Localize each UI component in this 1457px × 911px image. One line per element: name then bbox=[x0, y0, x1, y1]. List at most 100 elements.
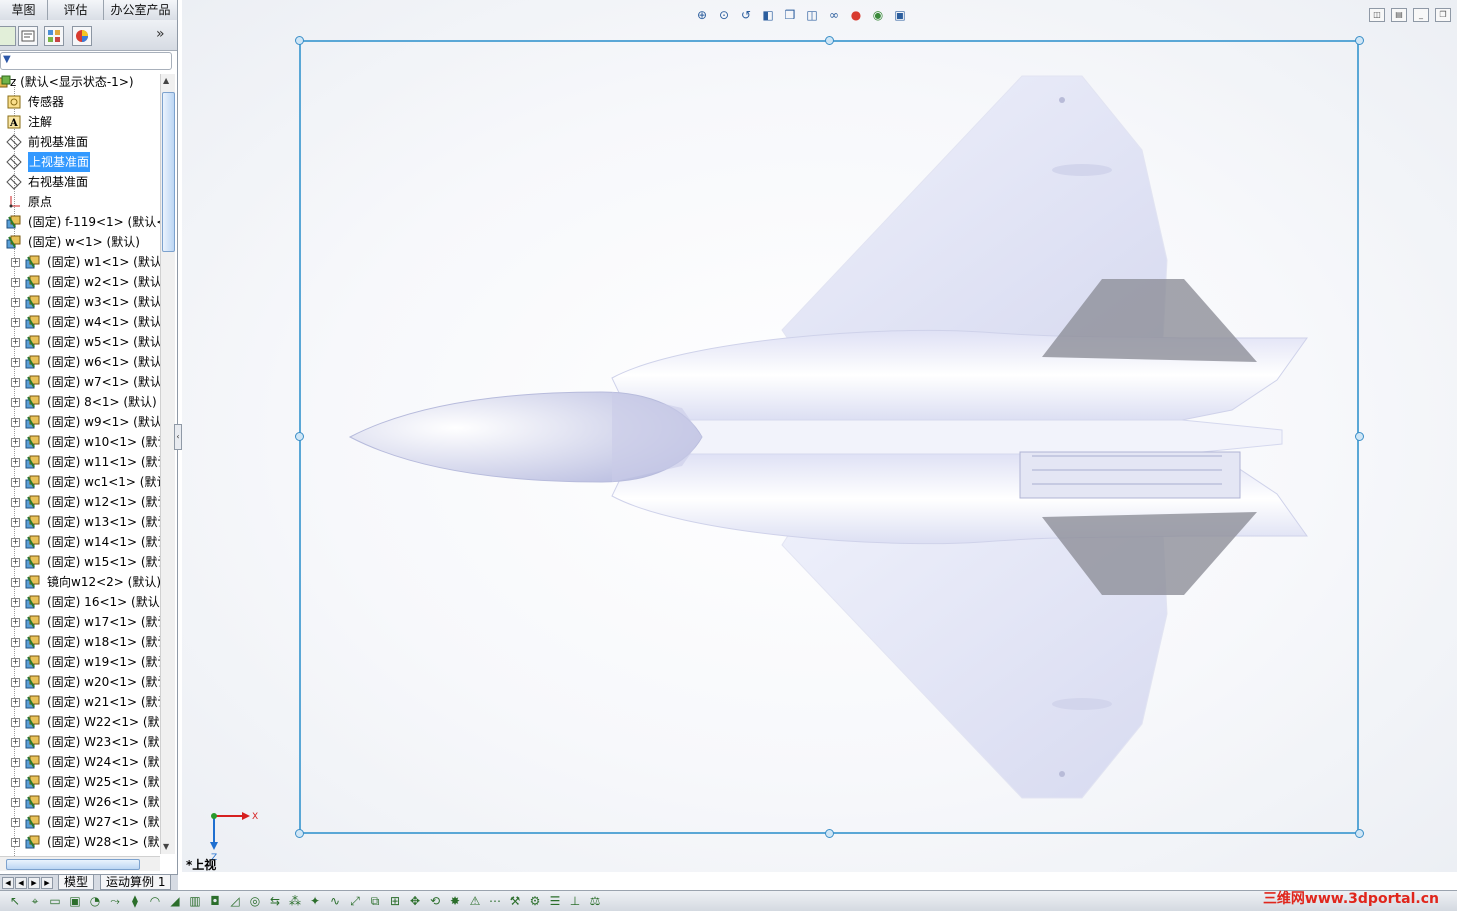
expand-icon[interactable]: + bbox=[11, 758, 20, 767]
chamfer-icon[interactable]: ◢ bbox=[168, 894, 182, 908]
expand-icon[interactable]: + bbox=[11, 338, 20, 347]
tree-item[interactable]: + (固定) w13<1> (默认 bbox=[0, 512, 160, 532]
expand-icon[interactable]: + bbox=[11, 438, 20, 447]
scroll-thumb[interactable] bbox=[162, 92, 175, 252]
expand-icon[interactable]: + bbox=[11, 318, 20, 327]
tree-item[interactable]: + (固定) w21<1> (默认 bbox=[0, 692, 160, 712]
revolve-icon[interactable]: ◔ bbox=[88, 894, 102, 908]
reference-geometry-icon[interactable]: ✦ bbox=[308, 894, 322, 908]
tree-item[interactable]: + (固定) 8<1> (默认) bbox=[0, 392, 160, 412]
expand-icon[interactable]: + bbox=[11, 298, 20, 307]
configuration-manager-icon[interactable] bbox=[44, 26, 64, 46]
tree-item[interactable]: + (固定) w14<1> (默认 bbox=[0, 532, 160, 552]
expand-icon[interactable]: + bbox=[11, 678, 20, 687]
rotate-component-icon[interactable]: ⟲ bbox=[428, 894, 442, 908]
expand-icon[interactable]: + bbox=[11, 258, 20, 267]
tree-item[interactable]: + (固定) w5<1> (默认) bbox=[0, 332, 160, 352]
move-component-icon[interactable]: ✥ bbox=[408, 894, 422, 908]
expand-icon[interactable]: + bbox=[11, 378, 20, 387]
draft-icon[interactable]: ◿ bbox=[228, 894, 242, 908]
filter-icon[interactable]: ▼ bbox=[3, 54, 15, 66]
tab-office-products[interactable]: 办公室产品 bbox=[104, 0, 178, 20]
tree-item[interactable]: 原点 bbox=[0, 192, 160, 212]
hscroll-thumb[interactable] bbox=[6, 859, 140, 870]
tree-item[interactable]: + 镜向w12<2> (默认) bbox=[0, 572, 160, 592]
expand-icon[interactable]: + bbox=[11, 458, 20, 467]
tree-item[interactable]: + (固定) w12<1> (默认 bbox=[0, 492, 160, 512]
tree-item[interactable]: + (固定) w2<1> (默认) bbox=[0, 272, 160, 292]
expand-icon[interactable]: + bbox=[11, 778, 20, 787]
expand-icon[interactable]: + bbox=[11, 738, 20, 747]
shell-icon[interactable]: ◘ bbox=[208, 894, 222, 908]
tree-item[interactable]: + (固定) W28<1> (默认 bbox=[0, 832, 160, 852]
expand-icon[interactable]: + bbox=[11, 498, 20, 507]
tree-item[interactable]: + (固定) wc1<1> (默认 bbox=[0, 472, 160, 492]
tree-item[interactable]: + (固定) w11<1> (默认 bbox=[0, 452, 160, 472]
tree-item[interactable]: z (默认<显示状态-1>) bbox=[0, 72, 160, 92]
expand-icon[interactable]: + bbox=[11, 618, 20, 627]
mate-icon[interactable]: ⧉ bbox=[368, 894, 382, 908]
tree-item[interactable]: + (固定) w19<1> (默认 bbox=[0, 652, 160, 672]
scroll-down-icon[interactable]: ▼ bbox=[163, 842, 169, 851]
tree-item[interactable]: + (固定) w9<1> (默认) bbox=[0, 412, 160, 432]
tree-item[interactable]: + (固定) w3<1> (默认) bbox=[0, 292, 160, 312]
expand-icon[interactable]: + bbox=[11, 518, 20, 527]
panel-collapse-handle[interactable]: ‹ bbox=[174, 424, 182, 450]
tree-item[interactable]: + (固定) w7<1> (默认) bbox=[0, 372, 160, 392]
tree-item[interactable]: 前视基准面 bbox=[0, 132, 160, 152]
pattern-icon[interactable]: ⁂ bbox=[288, 894, 302, 908]
tree-filter-input[interactable]: ▼ bbox=[0, 52, 172, 70]
first-tab-icon[interactable]: ◀ bbox=[2, 877, 14, 889]
next-tab-icon[interactable]: ▶ bbox=[28, 877, 40, 889]
tree-item[interactable]: (固定) w<1> (默认) bbox=[0, 232, 160, 252]
expand-icon[interactable]: + bbox=[11, 598, 20, 607]
expand-icon[interactable]: + bbox=[11, 538, 20, 547]
insert-component-icon[interactable]: ⊞ bbox=[388, 894, 402, 908]
tree-item[interactable]: + (固定) w6<1> (默认) bbox=[0, 352, 160, 372]
expand-icon[interactable]: + bbox=[11, 638, 20, 647]
smart-dimension-icon[interactable]: ⌖ bbox=[28, 894, 42, 908]
tree-item[interactable]: 上视基准面 bbox=[0, 152, 160, 172]
tree-item[interactable]: + (固定) w15<1> (默认 bbox=[0, 552, 160, 572]
tab-motion-study[interactable]: 运动算例 1 bbox=[100, 875, 172, 890]
tree-item[interactable]: + (固定) w1<1> (默认) bbox=[0, 252, 160, 272]
expand-icon[interactable]: + bbox=[11, 718, 20, 727]
tree-item[interactable]: + (固定) w10<1> (默认 bbox=[0, 432, 160, 452]
resize-handle[interactable] bbox=[825, 36, 834, 45]
mirror-icon[interactable]: ⇆ bbox=[268, 894, 282, 908]
rib-icon[interactable]: ▥ bbox=[188, 894, 202, 908]
tree-item[interactable]: (固定) f-119<1> (默认< bbox=[0, 212, 160, 232]
select-icon[interactable]: ↖ bbox=[8, 894, 22, 908]
resize-handle[interactable] bbox=[1355, 432, 1364, 441]
curves-icon[interactable]: ∿ bbox=[328, 894, 342, 908]
tree-vertical-scrollbar[interactable]: ▲ ▼ bbox=[160, 74, 175, 854]
smart-fastener-icon[interactable]: ⚙ bbox=[528, 894, 542, 908]
expand-icon[interactable]: + bbox=[11, 658, 20, 667]
resize-handle[interactable] bbox=[295, 432, 304, 441]
expand-icon[interactable]: + bbox=[11, 578, 20, 587]
tree-item[interactable]: + (固定) w4<1> (默认) bbox=[0, 312, 160, 332]
measure-icon[interactable]: ⊥ bbox=[568, 894, 582, 908]
sketch-icon[interactable]: ▭ bbox=[48, 894, 62, 908]
extrude-icon[interactable]: ▣ bbox=[68, 894, 82, 908]
prev-tab-icon[interactable]: ◀ bbox=[15, 877, 27, 889]
property-manager-icon[interactable] bbox=[18, 26, 38, 46]
feature-manager-icon[interactable] bbox=[0, 26, 16, 46]
resize-handle[interactable] bbox=[825, 829, 834, 838]
explode-icon[interactable]: ✸ bbox=[448, 894, 462, 908]
assembly-feature-icon[interactable]: ⚒ bbox=[508, 894, 522, 908]
resize-handle[interactable] bbox=[295, 36, 304, 45]
interference-icon[interactable]: ⚠ bbox=[468, 894, 482, 908]
expand-icon[interactable]: + bbox=[11, 398, 20, 407]
resize-handle[interactable] bbox=[1355, 36, 1364, 45]
display-manager-icon[interactable] bbox=[72, 26, 92, 46]
scroll-up-icon[interactable]: ▲ bbox=[163, 76, 169, 85]
resize-handle[interactable] bbox=[295, 829, 304, 838]
hole-icon[interactable]: ◎ bbox=[248, 894, 262, 908]
tree-item[interactable]: + (固定) W27<1> (默认 bbox=[0, 812, 160, 832]
instant3d-icon[interactable]: ⤢ bbox=[348, 894, 362, 908]
resize-handle[interactable] bbox=[1355, 829, 1364, 838]
tree-item[interactable]: A 注解 bbox=[0, 112, 160, 132]
bom-icon[interactable]: ☰ bbox=[548, 894, 562, 908]
fillet-icon[interactable]: ◠ bbox=[148, 894, 162, 908]
